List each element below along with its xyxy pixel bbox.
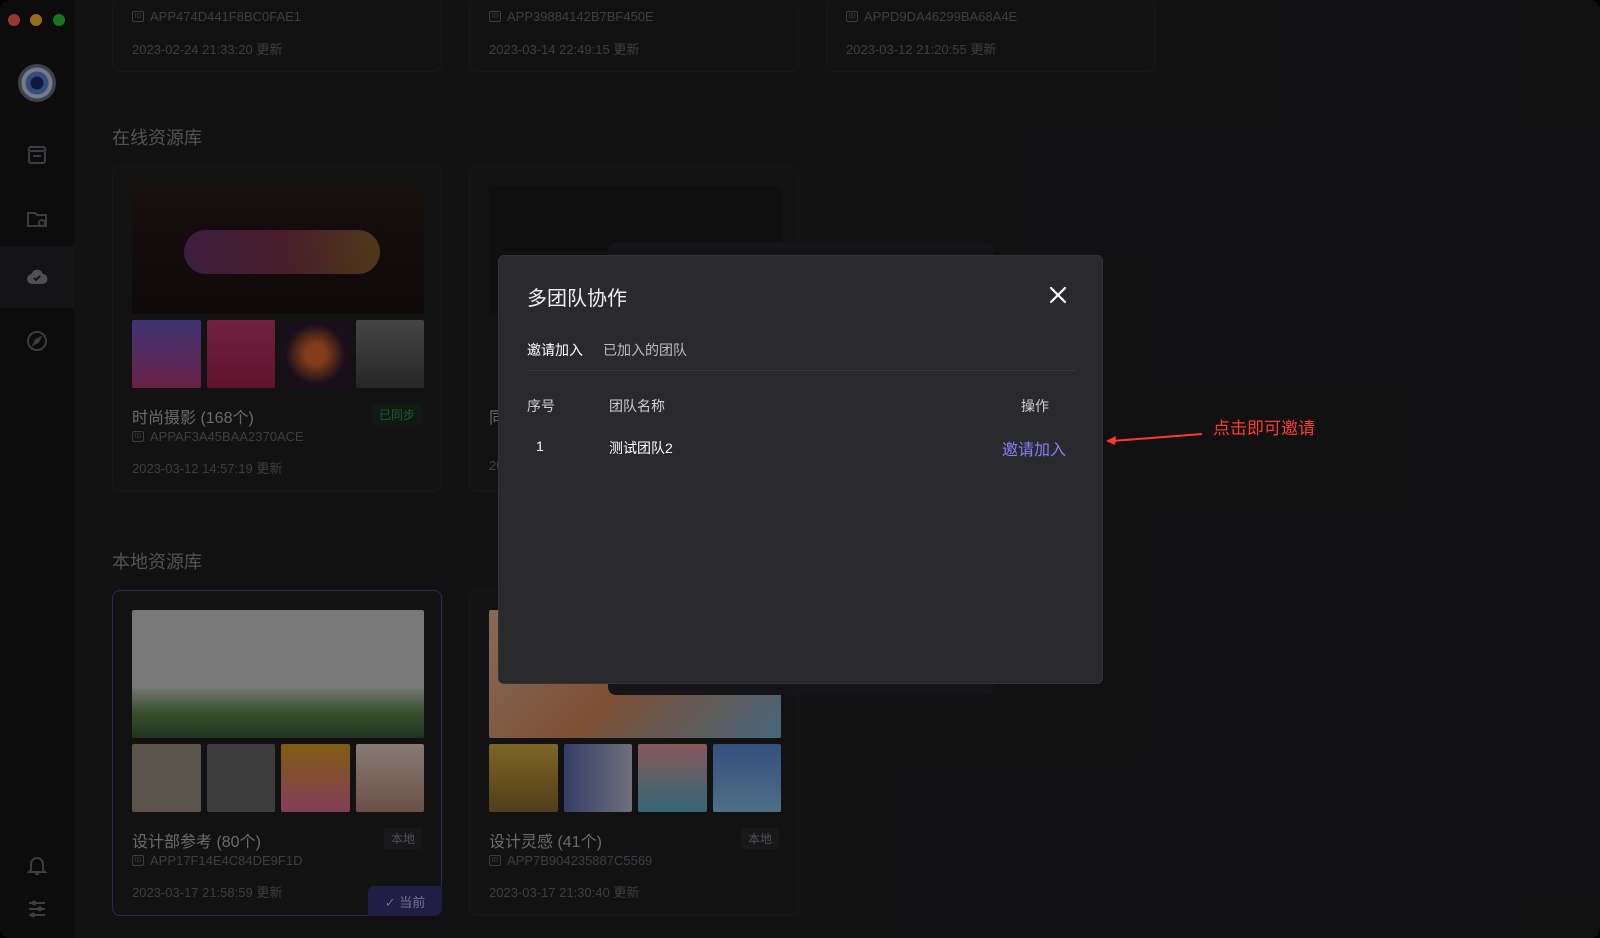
row-team-name: 测试团队2 <box>609 440 673 456</box>
tabs-divider <box>527 370 1075 371</box>
row-index: 1 <box>536 438 544 454</box>
column-header-team-name: 团队名称 <box>609 398 665 414</box>
close-icon[interactable] <box>1048 285 1068 305</box>
team-collaboration-dialog: 多团队协作 邀请加入 已加入的团队 序号 团队名称 操作 1 测试团队2 邀请加… <box>498 255 1103 684</box>
column-header-index: 序号 <box>527 398 555 414</box>
annotation-label: 点击即可邀请 <box>1213 419 1315 438</box>
app-window: ID APP474D441F8BC0FAE1 2023-02-24 21:33:2… <box>0 0 1600 938</box>
tab-joined-teams[interactable]: 已加入的团队 <box>603 340 687 360</box>
column-header-action: 操作 <box>1021 398 1049 414</box>
tab-invite[interactable]: 邀请加入 <box>527 340 583 360</box>
annotation-arrow-icon <box>1106 433 1203 445</box>
invite-join-link[interactable]: 邀请加入 <box>1002 436 1066 460</box>
dialog-title: 多团队协作 <box>527 288 627 310</box>
dialog-tabs: 邀请加入 已加入的团队 <box>527 340 687 360</box>
